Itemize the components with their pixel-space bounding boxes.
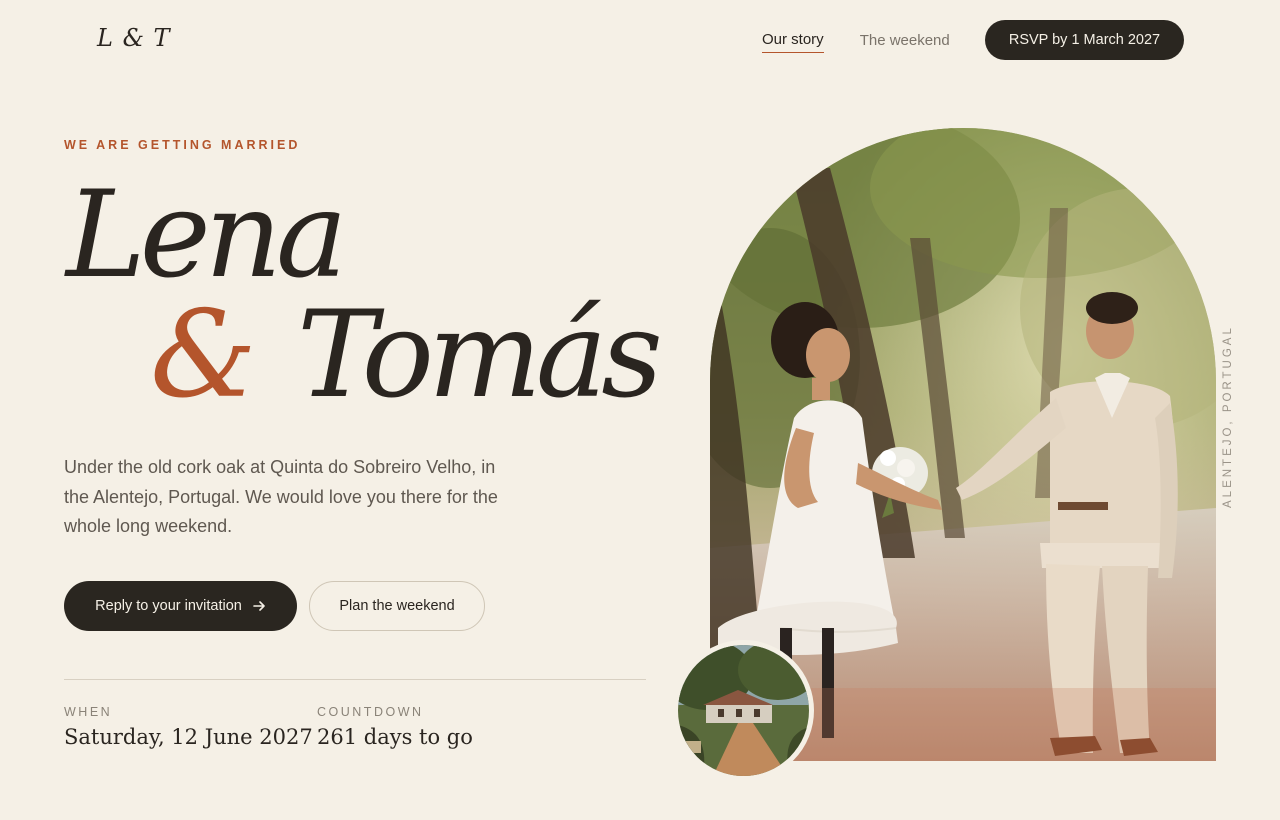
couple-name-first: Lena [66,166,348,305]
reply-invitation-button[interactable]: Reply to your invitation [64,581,297,631]
nav-link-our-story[interactable]: Our story [762,27,824,53]
details-divider [64,679,646,680]
when-value: Saturday, 12 June 2027 [64,725,313,749]
rsvp-button[interactable]: RSVP by 1 March 2027 [985,20,1184,60]
photo-location-label: ALENTEJO, PORTUGAL [1222,325,1234,508]
ampersand-glyph: & [150,286,257,425]
venue-photo [673,640,814,781]
countdown-label: COUNTDOWN [317,705,424,719]
nav-link-the-weekend[interactable]: The weekend [860,28,950,53]
arrow-right-icon [253,601,265,611]
main-nav: Our story The weekend [762,20,986,60]
plan-weekend-button[interactable]: Plan the weekend [309,581,485,631]
reply-invitation-label: Reply to your invitation [95,598,242,614]
when-label: WHEN [64,705,113,719]
countdown-value: 261 days to go [317,725,473,749]
intro-text: Under the old cork oak at Quinta do Sobr… [64,457,498,536]
couple-name-second: Tomás [297,286,663,425]
hero-eyebrow: WE ARE GETTING MARRIED [64,138,301,152]
site-logo[interactable]: L & T [97,24,171,52]
